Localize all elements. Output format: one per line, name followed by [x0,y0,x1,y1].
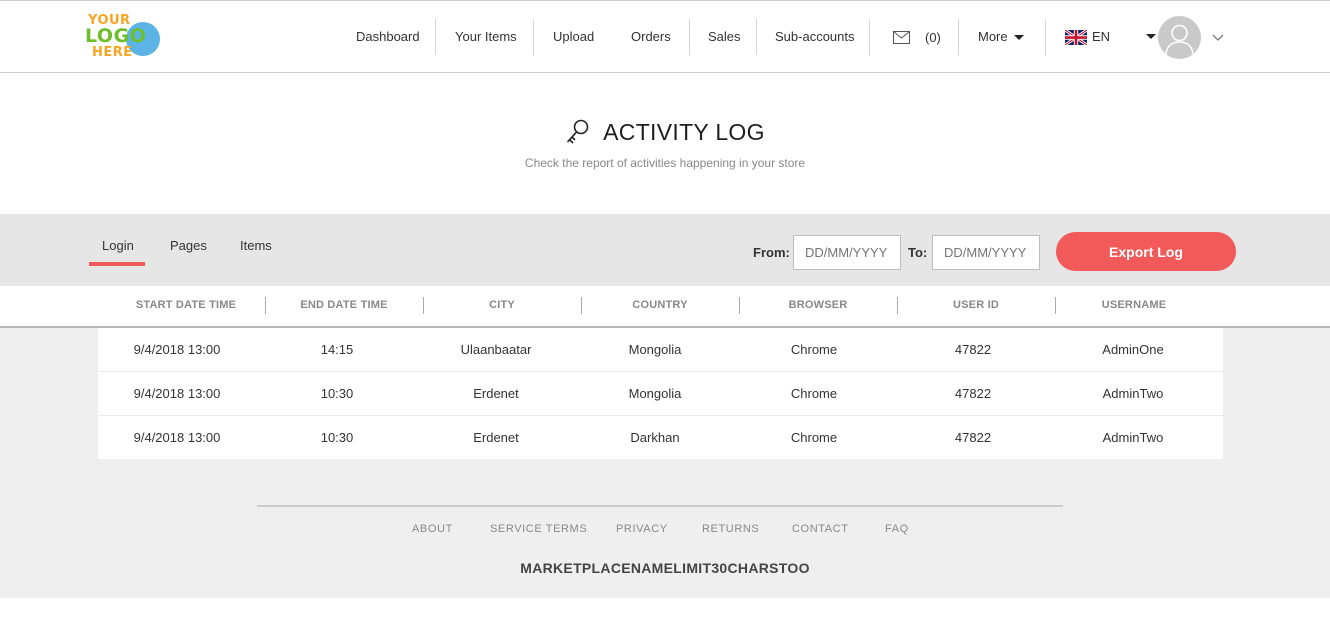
page-title: ACTIVITY LOG [603,118,765,145]
cell-country: Mongolia [628,342,682,357]
language-caret-icon[interactable] [1146,34,1156,39]
footer-link-returns[interactable]: RETURNS [702,523,759,535]
cell-start-date-time: 9/4/2018 13:00 [133,430,221,445]
top-header: YOUR LOGO HERE Dashboard Your Items Uplo… [0,0,1330,73]
column-header-country[interactable]: COUNTRY [581,299,739,311]
cell-user-id: 47822 [954,430,992,445]
nav-upload[interactable]: Upload [553,29,594,44]
nav-divider [435,19,436,55]
footer-link-faq[interactable]: FAQ [885,523,909,535]
column-header-end-date-time[interactable]: END DATE TIME [265,299,423,311]
page-heading: ACTIVITY LOG [0,118,1330,151]
key-icon [567,119,589,144]
tab-items[interactable]: Items [240,238,272,253]
uk-flag-icon[interactable] [1065,30,1087,45]
cell-username: AdminOne [1102,342,1164,357]
nav-messages[interactable]: (0) [893,28,941,46]
column-header-user-id[interactable]: USER ID [897,299,1055,311]
column-header-city[interactable]: CITY [423,299,581,311]
nav-your-items[interactable]: Your Items [455,29,517,44]
to-label: To: [908,245,928,260]
nav-divider [533,19,534,55]
cell-country: Darkhan [630,430,680,445]
cell-end-date-time: 10:30 [320,430,354,445]
nav-orders[interactable]: Orders [631,29,671,44]
logo-text-line2: LOGO [85,25,147,47]
export-log-button[interactable]: Export Log [1056,232,1236,271]
column-header-username[interactable]: USERNAME [1055,299,1213,311]
column-header-browser[interactable]: BROWSER [739,299,897,311]
footer-link-contact[interactable]: CONTACT [792,523,849,535]
from-label: From: [753,245,790,260]
nav-divider [689,19,690,55]
to-date-input[interactable] [932,235,1040,270]
nav-divider [756,19,757,55]
cell-user-id: 47822 [954,342,992,357]
footer-link-about[interactable]: ABOUT [412,523,453,535]
table-row: 9/4/2018 13:00 10:30 Erdenet Mongolia Ch… [98,371,1223,414]
nav-divider [869,19,870,55]
logo-text-line3: HERE [92,45,133,60]
active-tab-indicator [89,262,145,266]
table-header: START DATE TIME END DATE TIME CITY COUNT… [0,286,1330,328]
nav-sub-accounts[interactable]: Sub-accounts [775,29,855,44]
language-label[interactable]: EN [1092,29,1110,44]
page-subtitle: Check the report of activities happening… [524,156,806,170]
caret-down-icon [1013,35,1024,41]
cell-country: Mongolia [628,386,682,401]
nav-more-label: More [978,29,1008,44]
tab-login[interactable]: Login [102,238,134,253]
cell-end-date-time: 10:30 [320,386,354,401]
envelope-icon [893,30,910,44]
cell-user-id: 47822 [954,386,992,401]
nav-dashboard[interactable]: Dashboard [356,29,420,44]
messages-count: (0) [925,29,941,45]
cell-city: Ulaanbaatar [460,342,532,357]
activity-table-body: 9/4/2018 13:00 14:15 Ulaanbaatar Mongoli… [98,328,1223,459]
nav-sales[interactable]: Sales [708,29,741,44]
table-row: 9/4/2018 13:00 10:30 Erdenet Darkhan Chr… [98,415,1223,458]
from-date-input[interactable] [793,235,901,270]
cell-browser: Chrome [790,342,838,357]
user-silhouette-icon [1165,24,1194,55]
cell-city: Erdenet [473,430,519,445]
marketplace-name: MARKETPLACENAMELIMIT30CHARSTOO [520,560,810,576]
cell-browser: Chrome [790,430,838,445]
cell-end-date-time: 14:15 [320,342,354,357]
footer-link-privacy[interactable]: PRIVACY [616,523,668,535]
chevron-down-icon[interactable] [1212,34,1224,42]
footer-divider [257,505,1063,507]
nav-divider [1045,19,1046,55]
cell-username: AdminTwo [1102,430,1164,445]
cell-browser: Chrome [790,386,838,401]
table-row: 9/4/2018 13:00 14:15 Ulaanbaatar Mongoli… [98,328,1223,371]
cell-username: AdminTwo [1102,386,1164,401]
cell-start-date-time: 9/4/2018 13:00 [133,386,221,401]
column-header-start-date-time[interactable]: START DATE TIME [107,299,265,311]
nav-more[interactable]: More [978,29,1024,44]
user-avatar[interactable] [1158,16,1201,59]
cell-city: Erdenet [473,386,519,401]
marketplace-logo[interactable]: YOUR LOGO HERE [84,13,164,61]
nav-divider [958,19,959,55]
tab-pages[interactable]: Pages [170,238,207,253]
footer-link-service-terms[interactable]: SERVICE TERMS [490,523,587,535]
cell-start-date-time: 9/4/2018 13:00 [133,342,221,357]
